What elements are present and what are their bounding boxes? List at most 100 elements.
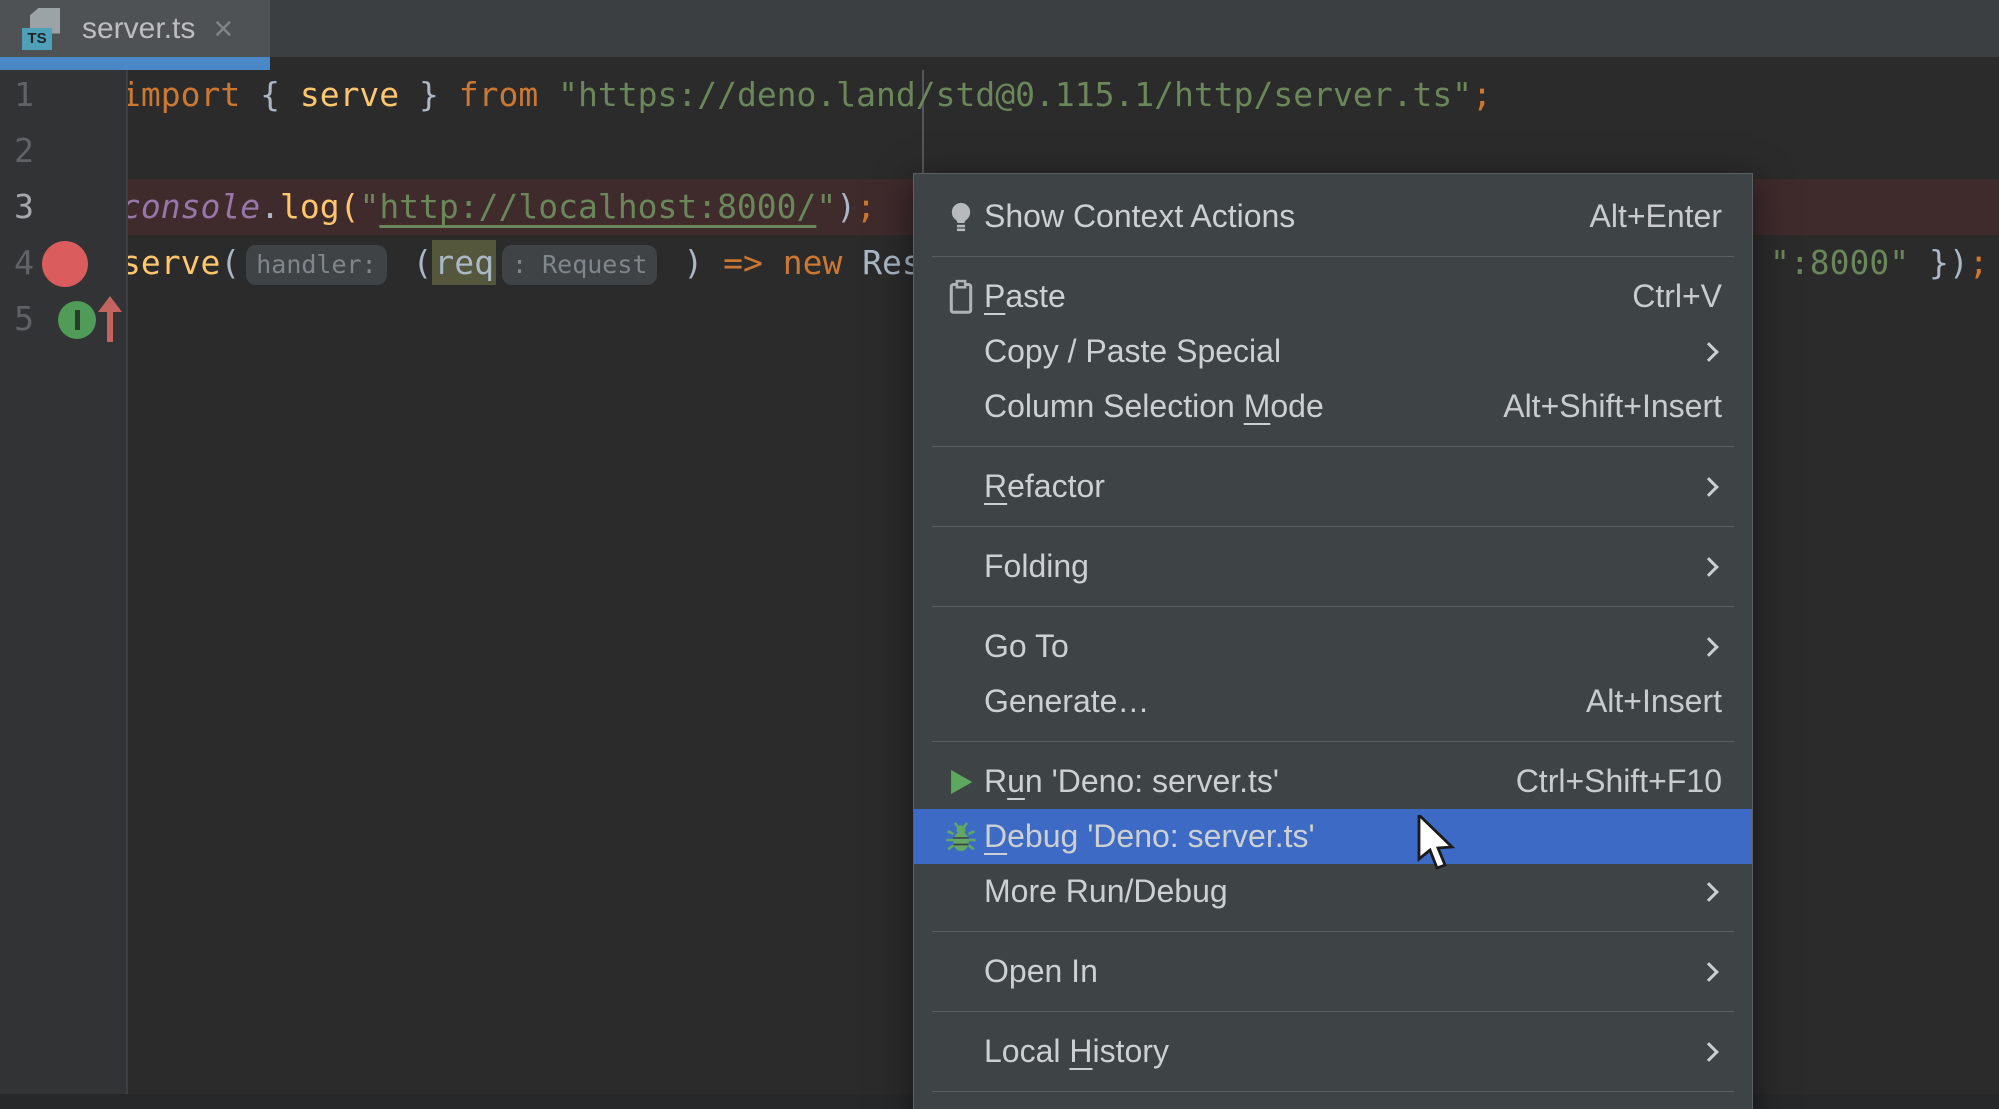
menu-shortcut: Ctrl+V <box>1632 278 1722 315</box>
menu-item-more-run-debug[interactable]: More Run/Debug <box>914 864 1752 919</box>
menu-item-debug-deno-server-ts[interactable]: Debug 'Deno: server.ts' <box>914 809 1752 864</box>
menu-separator <box>932 1011 1734 1012</box>
menu-item-label: Go To <box>984 628 1069 665</box>
code-token: "https://deno.land/std@0.115.1/http/serv… <box>558 75 1472 114</box>
menu-separator <box>932 256 1734 257</box>
menu-item-label: Run 'Deno: server.ts' <box>984 763 1279 800</box>
code-token: ) <box>836 187 856 226</box>
code-token: import <box>121 75 240 114</box>
menu-item-label: Generate… <box>984 683 1149 720</box>
line-number: 2 <box>0 123 34 179</box>
submenu-arrow-icon <box>1699 962 1719 982</box>
code-token: ; <box>1472 75 1492 114</box>
submenu-arrow-icon <box>1699 342 1719 362</box>
menu-shortcut: Alt+Shift+Insert <box>1503 388 1722 425</box>
code-token: from <box>459 75 538 114</box>
code-token: " <box>359 187 379 226</box>
menu-separator <box>932 741 1734 742</box>
code-token: log <box>280 187 340 226</box>
code-token: ) <box>663 243 723 282</box>
mouse-cursor <box>1417 815 1467 873</box>
breakpoint-icon[interactable] <box>42 241 88 287</box>
code-token: ; <box>856 187 876 226</box>
ts-badge: TS <box>22 28 52 50</box>
code-token: { <box>240 75 300 114</box>
editor-gutter[interactable]: 12345 <box>0 57 128 1094</box>
code-token: }) <box>1909 243 1969 282</box>
menu-separator <box>932 446 1734 447</box>
editor-context-menu: Show Context Actions Alt+Enter Paste Ctrl+V… <box>913 173 1753 1109</box>
code-line[interactable]: import { serve } from "https://deno.land… <box>0 67 1999 123</box>
clipboard-icon <box>938 279 984 315</box>
menu-item-label: Paste <box>984 278 1066 315</box>
menu-item-label: Local History <box>984 1033 1169 1070</box>
menu-item-go-to[interactable]: Go To <box>914 619 1752 674</box>
code-token: serve <box>300 75 399 114</box>
menu-item-label: Column Selection Mode <box>984 388 1324 425</box>
menu-item-label: Refactor <box>984 468 1105 505</box>
navigate-up-arrow-icon[interactable] <box>96 296 124 349</box>
submenu-arrow-icon <box>1699 637 1719 657</box>
lightbulb-icon <box>938 199 984 235</box>
menu-separator <box>932 1091 1734 1092</box>
code-token: req <box>432 240 496 285</box>
menu-item-label: Open In <box>984 953 1098 990</box>
run-marker-icon[interactable] <box>58 301 96 339</box>
code-token: ( <box>340 187 360 226</box>
menu-item-label: Debug 'Deno: server.ts' <box>984 818 1315 855</box>
menu-shortcut: Ctrl+Shift+F10 <box>1516 763 1722 800</box>
tab-title: server.ts <box>82 12 195 46</box>
code-token: " <box>816 187 836 226</box>
menu-item-label: Show Context Actions <box>984 198 1295 235</box>
active-tab-underline <box>0 57 270 70</box>
code-token: ( <box>220 243 240 282</box>
menu-separator <box>932 606 1734 607</box>
menu-item-run-deno-server-ts[interactable]: Run 'Deno: server.ts' Ctrl+Shift+F10 <box>914 754 1752 809</box>
code-token: ( <box>393 243 433 282</box>
code-line-4-tail: ":8000" }); <box>1770 235 1989 291</box>
code-token <box>538 75 558 114</box>
code-token: ":8000" <box>1770 243 1909 282</box>
tab-server-ts[interactable]: TS server.ts × <box>0 0 270 57</box>
menu-item-refactor[interactable]: Refactor <box>914 459 1752 514</box>
inlay-hint: : Request <box>502 245 657 285</box>
code-token: console <box>121 187 260 226</box>
code-token: new <box>783 243 843 282</box>
code-token <box>842 243 862 282</box>
menu-item-open-in[interactable]: Open In <box>914 944 1752 999</box>
submenu-arrow-icon <box>1699 882 1719 902</box>
menu-separator <box>932 526 1734 527</box>
play-icon <box>938 765 984 799</box>
menu-item-show-context-actions[interactable]: Show Context Actions Alt+Enter <box>914 189 1752 244</box>
menu-item-paste[interactable]: Paste Ctrl+V <box>914 269 1752 324</box>
code-token: http://localhost:8000/ <box>379 187 816 226</box>
submenu-arrow-icon <box>1699 1042 1719 1062</box>
editor-tab-bar: TS server.ts × <box>0 0 1999 57</box>
code-token: . <box>260 187 280 226</box>
code-token: serve <box>121 243 220 282</box>
code-token: } <box>399 75 459 114</box>
menu-item-label: Folding <box>984 548 1089 585</box>
menu-item-column-selection-mode[interactable]: Column Selection Mode Alt+Shift+Insert <box>914 379 1752 434</box>
code-token: => <box>723 243 763 282</box>
menu-shortcut: Alt+Insert <box>1586 683 1722 720</box>
menu-item-label: Copy / Paste Special <box>984 333 1281 370</box>
menu-item-label: More Run/Debug <box>984 873 1228 910</box>
inlay-hint: handler: <box>246 245 386 285</box>
line-number: 4 <box>0 235 34 291</box>
menu-item-local-history[interactable]: Local History <box>914 1024 1752 1079</box>
menu-shortcut: Alt+Enter <box>1589 198 1722 235</box>
typescript-file-icon: TS <box>22 8 68 50</box>
close-icon[interactable]: × <box>213 14 233 44</box>
line-number: 1 <box>0 67 34 123</box>
code-token: ; <box>1969 243 1989 282</box>
menu-item-generate[interactable]: Generate… Alt+Insert <box>914 674 1752 729</box>
line-number: 3 <box>0 179 34 235</box>
submenu-arrow-icon <box>1699 557 1719 577</box>
menu-item-folding[interactable]: Folding <box>914 539 1752 594</box>
submenu-arrow-icon <box>1699 477 1719 497</box>
menu-separator <box>932 931 1734 932</box>
menu-item-copy-paste-special[interactable]: Copy / Paste Special <box>914 324 1752 379</box>
line-number: 5 <box>0 291 34 347</box>
bug-icon <box>938 819 984 855</box>
